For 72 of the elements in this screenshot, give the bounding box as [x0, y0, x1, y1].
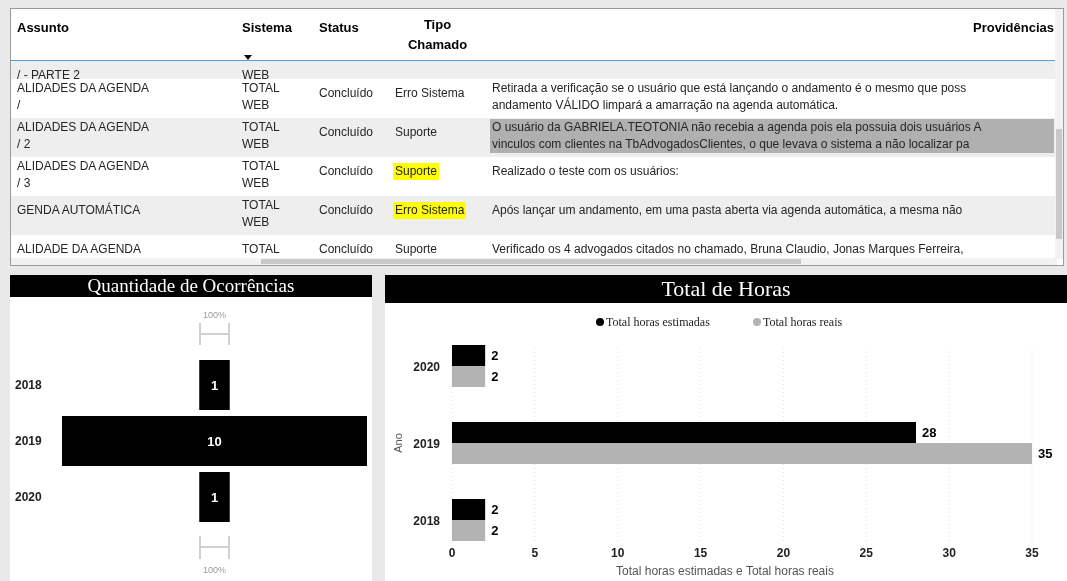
- table-cell-text: Erro Sistema: [394, 85, 466, 102]
- table-cell-text: ALIDADES DA AGENDA /: [16, 80, 151, 114]
- data-label: 35: [1038, 446, 1053, 461]
- tick-label: 10: [611, 546, 625, 560]
- table-cell-text: ALIDADES DA AGENDA / 3: [16, 158, 151, 192]
- table-cell-text: Realizado o teste com os usuários:: [491, 163, 680, 180]
- axis-label: 2018: [413, 514, 440, 528]
- table-cell: O usuário da GABRIELA.TEOTONIA não recebia a agenda pois ela possuia dois usuários A vinculos com clientes na TbAdvogadosClientes, o que levava o sistema a não localizar pa: [490, 119, 1054, 153]
- bar: [452, 520, 486, 541]
- table-cell: Suporte: [393, 163, 440, 180]
- tick-label: 25: [859, 546, 873, 560]
- axis-label: 2020: [413, 360, 440, 374]
- table-cell-text: Retirada a verificação se o usuário que está lançando o andamento é o mesmo que poss andamento VÁLIDO limpará a amarração na agenda automática.: [491, 80, 968, 114]
- vertical-scrollbar[interactable]: [1055, 9, 1063, 259]
- funnel-bar: [199, 360, 230, 410]
- table-cell-text: TOTAL WEB: [241, 197, 281, 231]
- tick-label: 35: [1025, 546, 1039, 560]
- table-cell-text: Concluído: [318, 241, 375, 257]
- axis-label: 2020: [15, 490, 42, 504]
- table-cell-text: GENDA AUTOMÁTICA: [16, 202, 142, 219]
- table-cell-text: WEB: [241, 67, 271, 83]
- table-cell-text: / - PARTE 2: [16, 67, 81, 83]
- bracket-icon: [199, 535, 230, 560]
- data-label: 2: [491, 348, 499, 363]
- data-label: 1: [210, 490, 219, 505]
- column-header[interactable]: Status: [319, 18, 359, 64]
- legend-label: Total horas estimadas: [606, 315, 710, 329]
- table-cell-text: Suporte: [394, 241, 439, 257]
- axis-label: 2018: [15, 378, 42, 392]
- table-cell-text: Suporte: [394, 124, 439, 141]
- table-cell-text: ALIDADES DA AGENDA / 2: [16, 119, 151, 153]
- chart-title: Total de Horas: [385, 275, 1067, 303]
- data-label: 2: [491, 523, 499, 538]
- bar: [452, 345, 486, 366]
- tick-label: 20: [776, 546, 791, 560]
- table-cell-text: TOTAL WEB: [241, 119, 281, 153]
- horizontal-scrollbar[interactable]: [11, 258, 1057, 265]
- bracket-icon: [199, 322, 230, 346]
- axis-label: 2019: [413, 437, 440, 451]
- table-cell-text: ALIDADE DA AGENDA: [16, 241, 143, 257]
- bar: [452, 499, 486, 520]
- table-cell-text: Concluído: [318, 85, 375, 102]
- chart-title: Quantidade de Ocorrências: [10, 275, 372, 297]
- data-label: 10: [207, 434, 222, 449]
- tick-label: 5: [531, 546, 539, 560]
- table-cell: Erro Sistema: [393, 202, 467, 219]
- data-label: 1: [210, 378, 219, 393]
- tick-label: 15: [693, 546, 708, 560]
- table-cell-text: Concluído: [318, 202, 375, 219]
- funnel-bar: [199, 472, 230, 522]
- table-cell-text: Concluído: [318, 124, 375, 141]
- tick-label: 30: [942, 546, 956, 560]
- data-label: 28: [922, 425, 937, 440]
- axis-title: Ano: [392, 433, 404, 453]
- percent-label: 100%: [203, 310, 226, 320]
- table-cell-text: Verificado os 4 advogados citados no chamado, Bruna Claudio, Jonas Marques Ferreira,: [491, 241, 965, 257]
- bar: [452, 366, 486, 387]
- table-cell-text: Após lançar um andamento, em uma pasta aberta via agenda automática, a mesma não: [491, 202, 964, 219]
- column-header[interactable]: Providências: [973, 18, 1054, 64]
- percent-label: 100%: [203, 565, 226, 575]
- column-header[interactable]: Tipo Chamado: [407, 15, 468, 61]
- data-label: 2: [491, 502, 499, 517]
- tick-label: 0: [448, 546, 456, 560]
- data-label: 2: [491, 369, 499, 384]
- table-cell-text: TOTAL: [241, 241, 281, 257]
- table-cell-text: TOTAL WEB: [241, 158, 281, 192]
- legend-label: Total horas reais: [763, 315, 843, 329]
- axis-label: 2019: [15, 434, 42, 448]
- table-cell-text: TOTAL WEB: [241, 80, 281, 114]
- table-cell-text: Concluído: [318, 163, 375, 180]
- column-header[interactable]: Assunto: [17, 18, 69, 64]
- axis-title: Total horas estimadas e Total horas reais: [616, 564, 834, 578]
